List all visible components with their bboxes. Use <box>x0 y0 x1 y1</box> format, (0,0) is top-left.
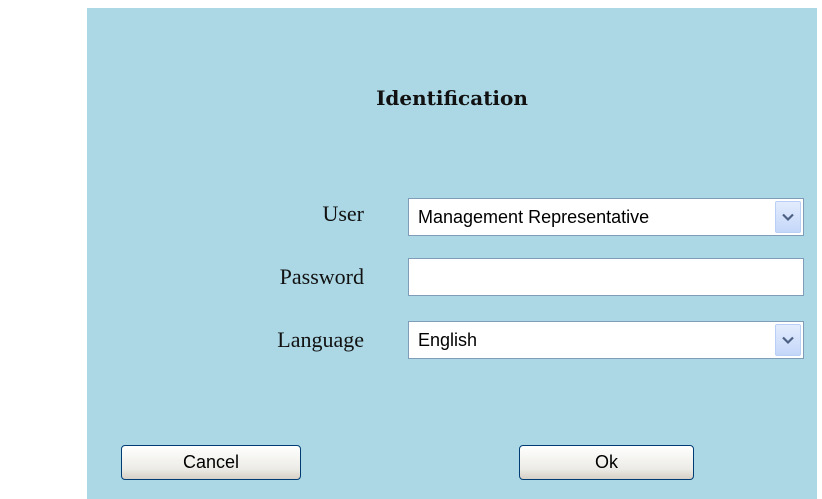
user-dropdown-button[interactable] <box>775 201 801 233</box>
user-select[interactable]: Management Representative <box>408 198 804 236</box>
identification-panel: Identification User Management Represent… <box>87 8 817 499</box>
dialog-title: Identification <box>376 86 528 110</box>
language-dropdown-button[interactable] <box>775 324 801 356</box>
password-input[interactable] <box>409 259 803 295</box>
language-select[interactable]: English <box>408 321 804 359</box>
user-label: User <box>322 201 364 226</box>
chevron-down-icon <box>782 213 794 222</box>
password-label: Password <box>279 264 364 289</box>
password-field[interactable] <box>408 258 804 296</box>
user-select-value: Management Representative <box>418 207 650 227</box>
chevron-down-icon <box>782 336 794 345</box>
language-label: Language <box>277 327 364 352</box>
cancel-button[interactable]: Cancel <box>121 445 301 480</box>
language-select-value: English <box>418 330 478 350</box>
ok-button[interactable]: Ok <box>519 445 694 480</box>
